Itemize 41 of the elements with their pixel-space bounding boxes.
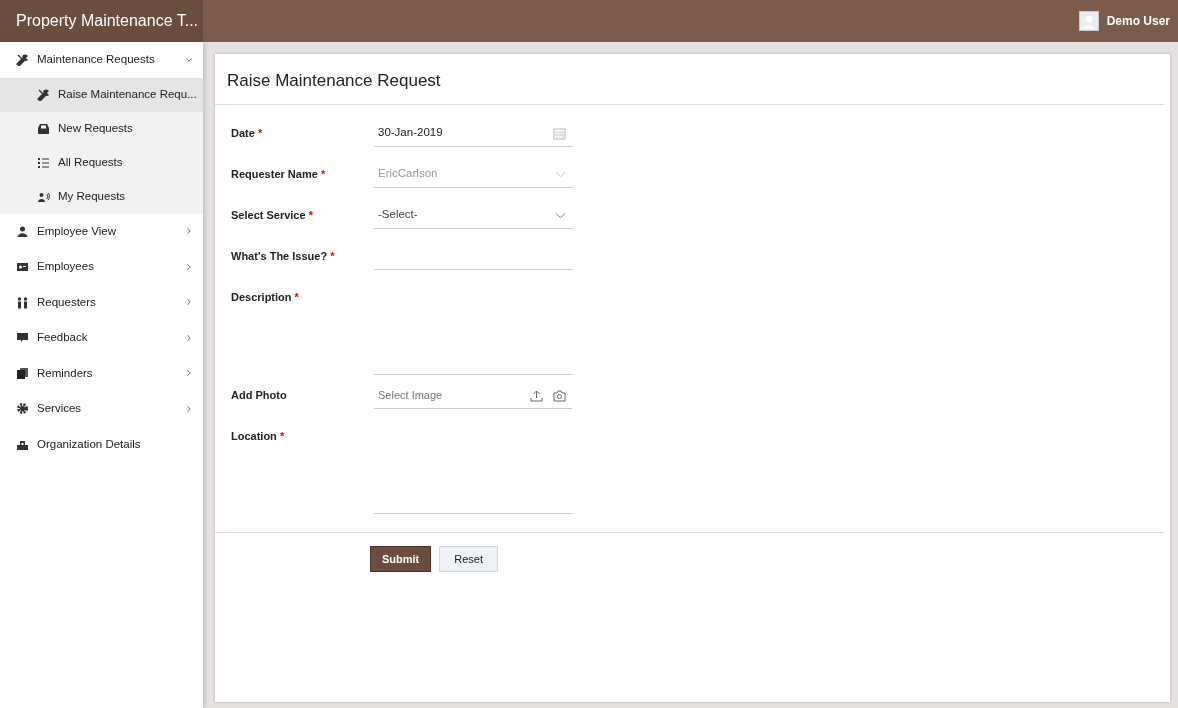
submenu-item[interactable]: All Requests bbox=[0, 145, 203, 180]
sidebar-item[interactable]: Feedback bbox=[0, 320, 203, 356]
user-name[interactable]: Demo User bbox=[1106, 12, 1170, 30]
upload-icon[interactable] bbox=[530, 388, 543, 402]
sidebar-item[interactable]: Services bbox=[0, 391, 203, 427]
sidebar-item[interactable]: Employee View bbox=[0, 213, 203, 249]
submenu-item[interactable]: New Requests bbox=[0, 111, 203, 146]
reset-button[interactable]: Reset bbox=[439, 545, 499, 572]
person-sound-icon bbox=[37, 190, 50, 203]
sidebar-item[interactable]: Employees bbox=[0, 249, 203, 285]
sidebar-item[interactable]: Reminders bbox=[0, 355, 203, 391]
date-field[interactable]: 30-Jan-2019 bbox=[374, 120, 572, 147]
id-card-icon bbox=[16, 260, 29, 274]
field-label: What's The Issue? * bbox=[231, 248, 336, 264]
stack-icon bbox=[16, 366, 29, 380]
dropdown[interactable]: -Select- bbox=[374, 202, 572, 229]
field-label: Requester Name * bbox=[231, 166, 327, 182]
camera-icon[interactable] bbox=[553, 388, 566, 402]
field-label: Description * bbox=[231, 289, 300, 305]
form-title: Raise Maintenance Request bbox=[215, 54, 1164, 105]
sidebar-item[interactable]: Organization Details bbox=[0, 426, 203, 462]
people-icon bbox=[16, 295, 29, 309]
field-label: Add Photo bbox=[231, 387, 288, 403]
submit-button[interactable]: Submit bbox=[370, 545, 432, 572]
sidebar-item[interactable]: Requesters bbox=[0, 284, 203, 320]
field-label: Location * bbox=[231, 428, 286, 444]
gear-icon bbox=[16, 402, 29, 416]
list-icon bbox=[37, 156, 50, 169]
submenu-item[interactable]: My Requests bbox=[0, 179, 203, 214]
submenu-item[interactable]: Raise Maintenance Requ... bbox=[0, 77, 203, 112]
calendar-icon bbox=[553, 126, 566, 140]
app-title: Property Maintenance T... bbox=[0, 0, 203, 42]
inbox-icon bbox=[37, 122, 50, 135]
tools-icon bbox=[16, 53, 29, 67]
person-icon bbox=[16, 224, 29, 238]
avatar-icon[interactable] bbox=[1078, 11, 1099, 31]
tools-icon bbox=[37, 88, 50, 101]
field-label: Date * bbox=[231, 125, 264, 141]
field-label: Select Service * bbox=[231, 207, 314, 223]
sidebar-item[interactable]: Maintenance Requests bbox=[0, 42, 203, 78]
chat-icon bbox=[16, 331, 29, 345]
